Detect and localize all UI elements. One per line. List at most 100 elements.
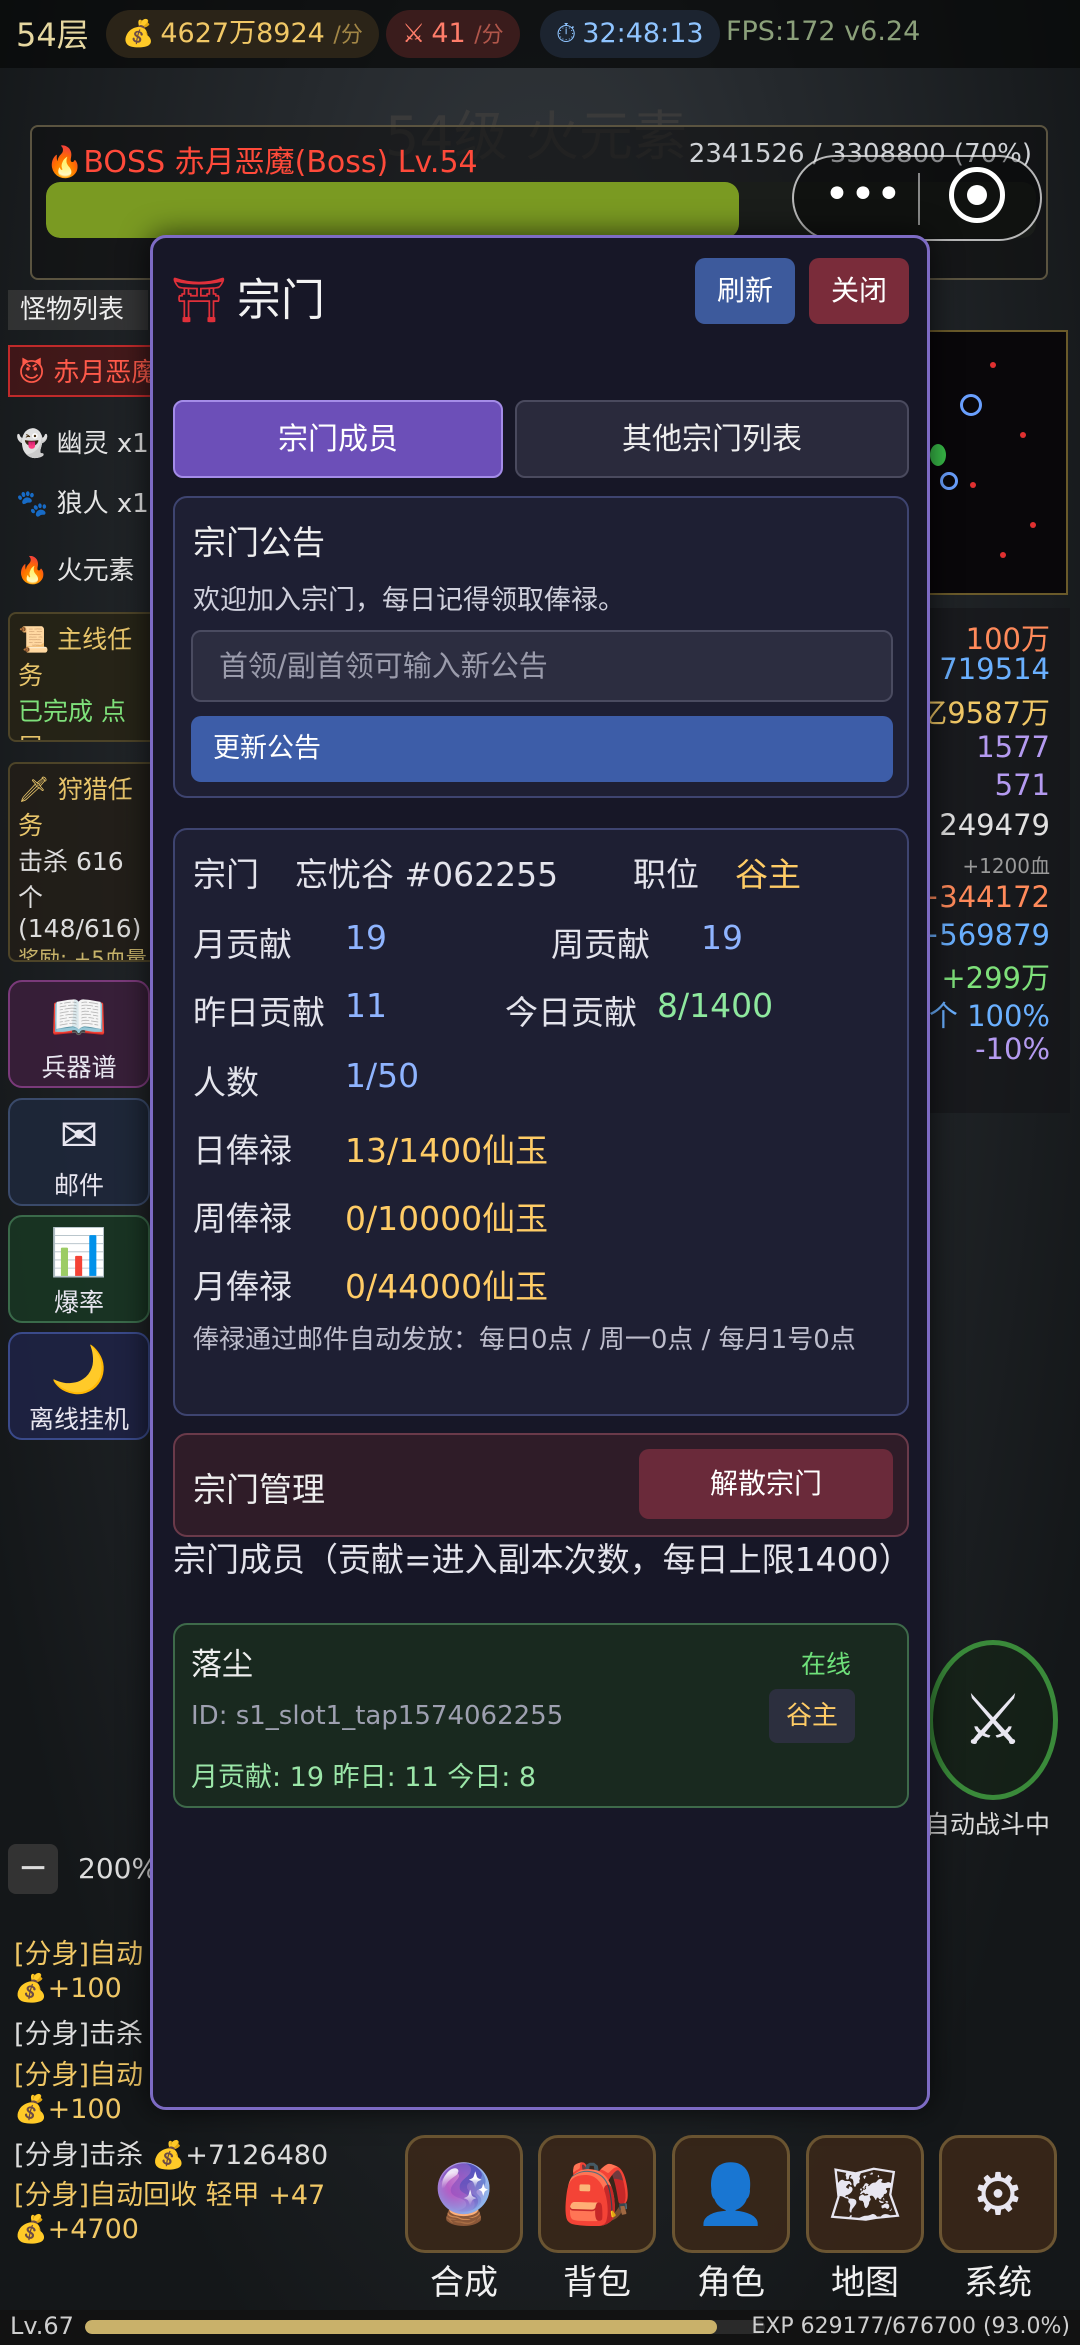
today-contrib-value: 8/1400 <box>657 986 774 1025</box>
announcement-input[interactable]: 首领/副首领可输入新公告 <box>191 630 893 702</box>
crossed-swords-icon: ⚔ <box>402 19 426 49</box>
top-status-bar: 54层 💰 4627万8924 /分 ⚔ 41 /分 ⏱ 32:48:13 FPS:1… <box>0 0 1080 68</box>
monster-row-boss[interactable]: 😈 赤月恶魔 <box>8 345 158 397</box>
monster-row-fire[interactable]: 🔥 火元素 <box>8 545 158 597</box>
stat-value: +569879 <box>914 918 1050 952</box>
position-value: 谷主 <box>735 855 801 894</box>
log-line: [分身]自动回收 轻甲 +47 <box>14 2180 326 2211</box>
monster-list-header: 怪物列表 <box>8 290 148 330</box>
daily-salary-label: 日俸禄 <box>193 1131 292 1170</box>
monster-row-ghost[interactable]: 👻 幽灵 x14 <box>8 418 158 470</box>
sect-name: 忘忧谷 #062255 <box>295 855 559 894</box>
gold-value: 4627万8924 <box>160 18 325 49</box>
stat-value: -10% <box>975 1032 1050 1066</box>
character-button[interactable]: 👤 <box>672 2135 790 2253</box>
hunt-quest-title: 🗡 狩猎任务 <box>18 775 133 840</box>
book-icon: 📖 <box>50 990 108 1044</box>
log-line: 💰+100 <box>14 1973 122 2004</box>
kills-unit: /分 <box>474 23 504 48</box>
member-id: ID: s1_slot1_tap1574062255 <box>191 1701 564 1731</box>
capsule-divider <box>918 173 920 225</box>
sect-management-card: 宗门管理 解散宗门 <box>173 1433 909 1537</box>
backpack-label: 背包 <box>563 2263 631 2303</box>
log-line: 💰+4700 <box>14 2214 139 2245</box>
stopwatch-icon: ⏱ <box>556 19 577 49</box>
floor-label: 54层 <box>16 16 89 54</box>
refresh-button[interactable]: 刷新 <box>695 258 795 324</box>
sect-label: 宗门 <box>193 855 259 894</box>
player-level: Lv.67 <box>10 2312 74 2340</box>
zoom-level: 200% <box>78 1852 159 1885</box>
monthly-salary-value: 0/44000仙玉 <box>345 1267 549 1306</box>
monthly-salary-label: 月俸禄 <box>193 1267 292 1306</box>
auto-battle-button[interactable]: ⚔ <box>928 1640 1058 1800</box>
mail-button[interactable]: ✉ 邮件 <box>8 1098 150 1206</box>
member-name: 落尘 <box>191 1647 253 1683</box>
bar-chart-icon: 📊 <box>50 1225 108 1279</box>
torii-gate-icon: ⛩ <box>171 275 227 326</box>
target-dot <box>967 185 987 205</box>
log-line: [分身]击杀 💰+7126480 <box>14 2140 329 2171</box>
exp-track <box>85 2320 765 2334</box>
weapon-manual-label: 兵器谱 <box>41 1053 117 1082</box>
map-button[interactable]: 🗺 <box>806 2135 924 2253</box>
week-contrib-label: 周贡献 <box>551 925 650 964</box>
stat-value: 249479 <box>939 808 1050 842</box>
modal-title-text: 宗门 <box>236 275 325 326</box>
minimap-enemy-dot <box>1030 522 1036 528</box>
map-label: 地图 <box>831 2263 899 2303</box>
monster-name: 赤月恶魔 <box>53 358 158 388</box>
drop-rate-label: 爆率 <box>53 1288 104 1317</box>
offline-idle-label: 离线挂机 <box>28 1405 129 1434</box>
system-button[interactable]: ⚙ <box>939 2135 1057 2253</box>
yesterday-contrib-value: 11 <box>345 986 387 1025</box>
auto-battle-label: 自动战斗中 <box>925 1810 1051 1839</box>
monster-name: 狼人 x1 <box>56 489 149 519</box>
sect-info-card: 宗门 忘忧谷 #062255 职位 谷主 月贡献 19 周贡献 19 昨日贡献 … <box>173 828 909 1416</box>
stat-value: 571 <box>994 768 1050 802</box>
sect-modal: ⛩ 宗门 刷新 关闭 宗门成员 其他宗门列表 宗门公告 欢迎加入宗门，每日记得领取… <box>150 235 930 2110</box>
close-target-icon[interactable] <box>949 167 1005 223</box>
system-label: 系统 <box>964 2263 1032 2303</box>
main-quest-box[interactable]: 📜 主线任务 已完成 点 层 <box>8 612 158 742</box>
envelope-icon: ✉ <box>59 1108 99 1162</box>
hunt-quest-title-text: 狩猎任务 <box>18 775 133 840</box>
money-bag-icon: 💰 <box>122 19 155 49</box>
minimap-ally-marker <box>940 472 958 490</box>
members-header: 宗门成员（贡献=进入副本次数，每日上限1400） <box>173 1540 912 1579</box>
close-button[interactable]: 关闭 <box>809 258 909 324</box>
minimap-player-marker <box>960 394 982 416</box>
weapon-manual-button[interactable]: 📖 兵器谱 <box>8 980 150 1088</box>
disband-sect-button[interactable]: 解散宗门 <box>639 1449 893 1519</box>
minimap-enemy-dot <box>990 362 996 368</box>
hunt-quest-box[interactable]: 🗡 狩猎任务 击杀 616 个 (148/616) 奖励: +5血量 防御 <box>8 762 158 962</box>
gold-unit: /分 <box>333 23 363 48</box>
synthesis-button[interactable]: 🔮 <box>405 2135 523 2253</box>
offline-idle-button[interactable]: 🌙 离线挂机 <box>8 1332 150 1440</box>
management-label: 宗门管理 <box>193 1470 325 1509</box>
member-card[interactable]: 落尘 在线 ID: s1_slot1_tap1574062255 谷主 月贡献:… <box>173 1623 909 1808</box>
monster-row-werewolf[interactable]: 🐾 狼人 x1 <box>8 478 158 530</box>
stat-value: 亿9587万 <box>918 696 1050 730</box>
stat-value: +1200血 <box>962 854 1050 878</box>
update-announcement-button[interactable]: 更新公告 <box>191 716 893 782</box>
yesterday-contrib-label: 昨日贡献 <box>193 993 325 1032</box>
stat-value: 个 100% <box>928 999 1050 1033</box>
zoom-out-button[interactable]: − <box>8 1844 58 1894</box>
crystal-ball-icon: 🔮 <box>427 2160 501 2228</box>
more-dots-icon[interactable]: ••• <box>824 169 902 220</box>
tab-other-sects[interactable]: 其他宗门列表 <box>515 400 909 478</box>
announcement-title: 宗门公告 <box>193 523 325 562</box>
timer-pill: ⏱ 32:48:13 <box>540 10 720 58</box>
backpack-button[interactable]: 🎒 <box>538 2135 656 2253</box>
tab-sect-members[interactable]: 宗门成员 <box>173 400 503 478</box>
monster-name: 火元素 <box>56 556 135 586</box>
minimap[interactable] <box>928 330 1068 595</box>
kills-value: 41 <box>431 18 466 49</box>
minimap-green-marker <box>930 444 946 466</box>
members-count-label: 人数 <box>193 1063 259 1102</box>
map-icon: 🗺 <box>828 2160 902 2228</box>
boss-hp-fill <box>46 182 739 238</box>
log-line: [分身]自动 <box>14 2060 144 2091</box>
drop-rate-button[interactable]: 📊 爆率 <box>8 1215 150 1323</box>
